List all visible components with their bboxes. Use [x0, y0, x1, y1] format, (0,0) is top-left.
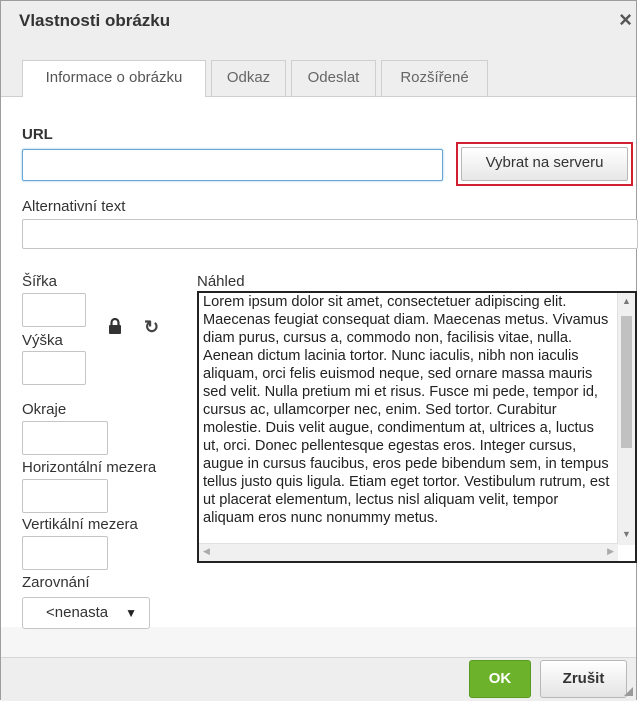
scroll-thumb[interactable] — [621, 316, 632, 448]
chevron-down-icon: ▼ — [125, 606, 137, 620]
vertical-scrollbar[interactable]: ▲ ▼ — [617, 293, 635, 545]
preview-label: Náhled — [197, 273, 245, 290]
vspace-input[interactable] — [22, 536, 108, 570]
hspace-input[interactable] — [22, 479, 108, 513]
scroll-down-icon[interactable]: ▼ — [618, 529, 635, 539]
preview-text: Lorem ipsum dolor sit amet, consectetuer… — [203, 294, 610, 526]
resize-grip-icon[interactable] — [624, 687, 633, 696]
browse-server-button[interactable]: Vybrat na serveru — [461, 147, 628, 181]
hspace-label: Horizontální mezera — [22, 459, 157, 476]
height-input[interactable] — [22, 351, 86, 385]
preview-box: Lorem ipsum dolor sit amet, consectetuer… — [197, 291, 637, 563]
align-select[interactable]: <nenasta ▼ — [22, 597, 150, 629]
height-label: Výška — [22, 332, 63, 349]
width-input[interactable] — [22, 293, 86, 327]
align-label: Zarovnání — [22, 574, 90, 591]
scroll-left-icon[interactable]: ◀ — [203, 546, 210, 557]
dialog-title: Vlastnosti obrázku — [19, 11, 171, 30]
scroll-up-icon[interactable]: ▲ — [618, 296, 635, 306]
alt-text-label: Alternativní text — [22, 198, 126, 215]
image-properties-dialog: Vlastnosti obrázku × Informace o obrázku… — [0, 0, 638, 701]
border-label: Okraje — [22, 401, 67, 418]
dialog-titlebar[interactable]: Vlastnosti obrázku × — [1, 1, 636, 50]
tab-advanced[interactable]: Rozšířené — [381, 60, 488, 96]
tab-link[interactable]: Odkaz — [211, 60, 286, 96]
close-icon[interactable]: × — [619, 9, 632, 31]
tab-image-info[interactable]: Informace o obrázku — [22, 60, 206, 97]
lock-icon[interactable] — [108, 318, 122, 334]
cancel-button[interactable]: Zrušit — [540, 660, 627, 698]
scroll-right-icon[interactable]: ▶ — [607, 546, 614, 557]
align-selected-value: <nenasta — [46, 604, 109, 621]
horizontal-scrollbar[interactable]: ◀ ▶ — [199, 543, 618, 561]
url-input[interactable] — [22, 149, 443, 181]
browse-server-highlight: Vybrat na serveru — [456, 142, 633, 186]
border-input[interactable] — [22, 421, 108, 455]
tab-bar: Informace o obrázku Odkaz Odeslat Rozšíř… — [1, 49, 636, 97]
ok-button[interactable]: OK — [469, 660, 531, 698]
url-label: URL — [22, 126, 53, 143]
width-label: Šířka — [22, 273, 58, 290]
alt-text-input[interactable] — [22, 219, 638, 249]
tab-upload[interactable]: Odeslat — [291, 60, 376, 96]
vspace-label: Vertikální mezera — [22, 516, 138, 533]
reset-size-icon[interactable]: ↻ — [144, 317, 159, 338]
